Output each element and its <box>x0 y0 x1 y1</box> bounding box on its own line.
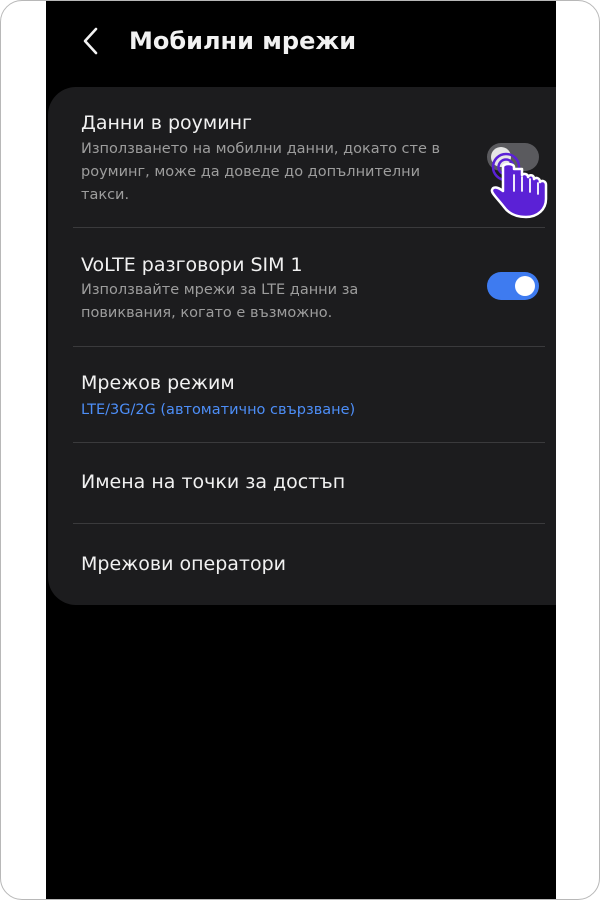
network-mode-value: LTE/3G/2G (автоматично свързване) <box>81 402 356 418</box>
access-point-names-setting[interactable]: Имена на точки за достъп <box>48 443 545 523</box>
network-mode-title: Мрежов режим <box>81 372 235 394</box>
volte-calls-setting[interactable]: VoLTE разговори SIM 1 Използвайте мрежи … <box>48 228 545 347</box>
network-operators-setting[interactable]: Мрежови оператори <box>48 524 545 605</box>
app-header: Мобилни мрежи <box>46 1 556 83</box>
settings-card: Данни в роуминг Използването на мобилни … <box>48 87 556 605</box>
toggle-knob <box>491 147 511 167</box>
volte-calls-description: Използвайте мрежи за LTE данни за повикв… <box>81 282 359 321</box>
roaming-data-setting[interactable]: Данни в роуминг Използването на мобилни … <box>48 87 545 228</box>
toggle-knob <box>515 276 535 296</box>
roaming-data-title: Данни в роуминг <box>81 112 252 134</box>
volte-calls-toggle[interactable] <box>487 272 539 300</box>
device-frame: Мобилни мрежи Данни в роуминг Използване… <box>0 0 600 900</box>
access-point-names-title: Имена на точки за достъп <box>81 471 346 493</box>
network-mode-setting[interactable]: Мрежов режим LTE/3G/2G (автоматично свър… <box>48 347 545 442</box>
chevron-left-icon <box>83 27 98 55</box>
roaming-data-toggle[interactable] <box>487 143 539 171</box>
back-button[interactable] <box>74 23 110 59</box>
page-title: Мобилни мрежи <box>129 27 357 55</box>
volte-calls-title: VoLTE разговори SIM 1 <box>81 254 303 276</box>
phone-screen: Мобилни мрежи Данни в роуминг Използване… <box>46 1 556 899</box>
network-operators-title: Мрежови оператори <box>81 553 287 575</box>
roaming-data-description: Използването на мобилни данни, докато ст… <box>81 141 441 203</box>
